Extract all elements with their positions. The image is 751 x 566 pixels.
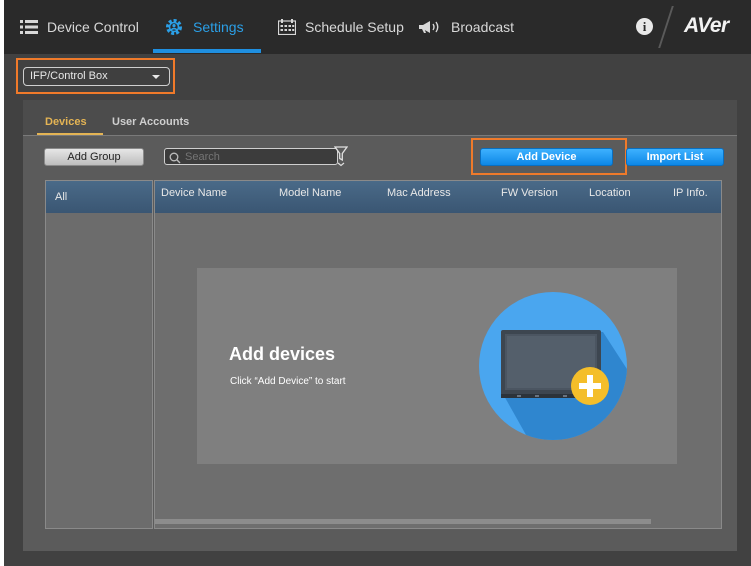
top-nav: Device Control Settings Schedule Setup B… [4,0,751,54]
nav-label: Settings [193,19,244,35]
nav-broadcast[interactable]: Broadcast [418,0,514,54]
device-table: Device Name Model Name Mac Address FW Ve… [154,180,722,529]
group-item-all[interactable]: All [46,181,152,213]
nav-device-control[interactable]: Device Control [20,0,139,54]
filter-icon[interactable] [333,145,349,172]
empty-state-subtitle: Click “Add Device” to start [230,376,346,387]
column-header-device-name[interactable]: Device Name [161,187,227,199]
app-window: Device Control Settings Schedule Setup B… [4,0,751,566]
horizontal-scrollbar[interactable] [155,519,651,524]
megaphone-icon [418,20,442,34]
column-header-mac-address[interactable]: Mac Address [387,187,451,199]
add-device-illustration-icon [479,292,627,440]
devices-panel: Devices User Accounts Add Group Add Devi… [23,100,737,551]
nav-schedule-setup[interactable]: Schedule Setup [278,0,404,54]
info-icon[interactable]: i [636,18,653,35]
gear-icon [164,17,184,37]
nav-label: Broadcast [451,19,515,35]
nav-label: Schedule Setup [305,19,404,35]
list-icon [20,20,38,34]
nav-settings[interactable]: Settings [164,0,244,54]
tab-bar: Devices User Accounts [23,100,737,136]
tab-active-indicator [37,133,103,135]
column-header-fw-version[interactable]: FW Version [501,187,558,199]
tab-user-accounts[interactable]: User Accounts [112,100,189,136]
device-type-select[interactable]: IFP/Control Box [23,67,170,86]
nav-active-indicator [153,49,261,53]
column-header-location[interactable]: Location [589,187,631,199]
logo-divider [658,6,674,48]
tab-devices[interactable]: Devices [45,100,87,136]
search-input[interactable] [164,148,338,165]
calendar-icon [278,19,296,35]
column-header-ip-info[interactable]: IP Info. [673,187,708,199]
empty-state-title: Add devices [229,344,336,364]
add-device-button[interactable]: Add Device [480,148,613,166]
empty-state-card: Add devices Click “Add Device” to start [197,268,677,464]
table-header: Device Name Model Name Mac Address FW Ve… [155,181,721,213]
caret-down-icon [152,75,160,79]
column-header-model-name[interactable]: Model Name [279,187,341,199]
nav-label: Device Control [47,19,139,35]
aver-logo: AVer [684,14,729,37]
search-icon [169,151,181,169]
device-type-value: IFP/Control Box [30,70,108,82]
group-list: All [45,180,153,529]
add-group-button[interactable]: Add Group [44,148,144,166]
import-list-button[interactable]: Import List [626,148,724,166]
